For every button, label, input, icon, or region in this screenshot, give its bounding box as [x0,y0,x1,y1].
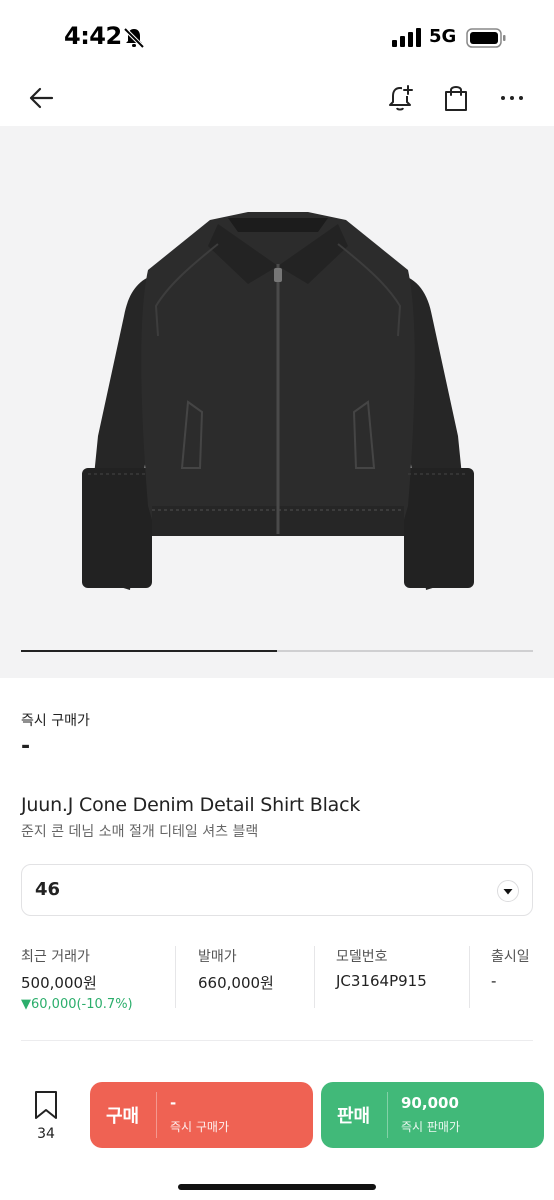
release-date-label: 출시일 [491,949,530,965]
release-price-value: 660,000원 [198,974,274,992]
sell-label: 판매 [337,1106,371,1127]
model-number-col: 모델번호 JC3164P915 [336,946,427,1010]
buy-sub-label: 즉시 구매가 [170,1120,230,1134]
price-change: ▼60,000(-10.7%) [21,997,133,1012]
product-info: 최근 거래가 500,000원 ▼60,000(-10.7%) 발매가 660,… [21,946,533,1012]
product-image [82,212,474,590]
more-button[interactable] [494,80,530,116]
product-subtitle: 준지 콘 데님 소매 절개 디테일 셔츠 블랙 [21,824,259,840]
sell-sub-label: 즉시 판매가 [401,1120,461,1134]
wishlist-button[interactable]: 34 [28,1090,64,1142]
notify-button[interactable] [382,80,418,116]
status-time: 4:42 [64,22,122,50]
divider [175,946,176,1008]
sell-button[interactable]: 판매 90,000 즉시 판매가 [321,1082,544,1148]
recent-price-col: 최근 거래가 500,000원 ▼60,000(-10.7%) [21,946,133,1012]
size-selected-value: 46 [35,879,61,900]
divider [156,1092,157,1138]
gallery-progress-fill [21,650,277,652]
gallery-progress [21,650,533,652]
chevron-down-icon [497,880,519,902]
bell-slash-icon [123,27,145,49]
wishlist-count: 34 [37,1126,55,1142]
size-select[interactable]: 46 [21,864,533,916]
shopping-bag-icon [445,86,467,111]
model-number-label: 모델번호 [336,949,388,965]
sell-price: 90,000 [401,1094,459,1112]
divider [387,1092,388,1138]
home-indicator[interactable] [178,1184,376,1190]
bottom-action-bar: 34 구매 - 즉시 구매가 판매 90,000 즉시 판매가 [0,1068,554,1200]
top-nav [0,70,554,126]
battery-icon [466,28,506,48]
cart-button[interactable] [438,80,474,116]
buy-label: 구매 [106,1106,140,1127]
instant-buy-price-value: - [21,734,31,759]
section-divider [21,1040,533,1041]
release-date-col: 출시일 - [491,946,530,1010]
status-bar: 4:42 5G [0,0,554,70]
recent-price-value: 500,000원 [21,974,97,992]
release-price-label: 발매가 [198,949,237,965]
divider [469,946,470,1008]
bookmark-icon [35,1091,57,1119]
product-title: Juun.J Cone Denim Detail Shirt Black [21,794,361,816]
buy-button[interactable]: 구매 - 즉시 구매가 [90,1082,313,1148]
back-button[interactable] [23,80,59,116]
product-gallery[interactable] [0,126,554,678]
recent-price-label: 최근 거래가 [21,949,90,965]
buy-price: - [170,1094,177,1112]
instant-buy-price-label: 즉시 구매가 [21,713,90,729]
signal-icon [392,28,421,47]
release-price-col: 발매가 660,000원 [198,946,274,1010]
more-icon [501,96,523,100]
divider [314,946,315,1008]
model-number-value: JC3164P915 [336,972,427,990]
release-date-value: - [491,972,497,990]
network-type: 5G [429,26,457,47]
back-arrow-icon [29,87,54,109]
bell-plus-icon [389,84,414,111]
